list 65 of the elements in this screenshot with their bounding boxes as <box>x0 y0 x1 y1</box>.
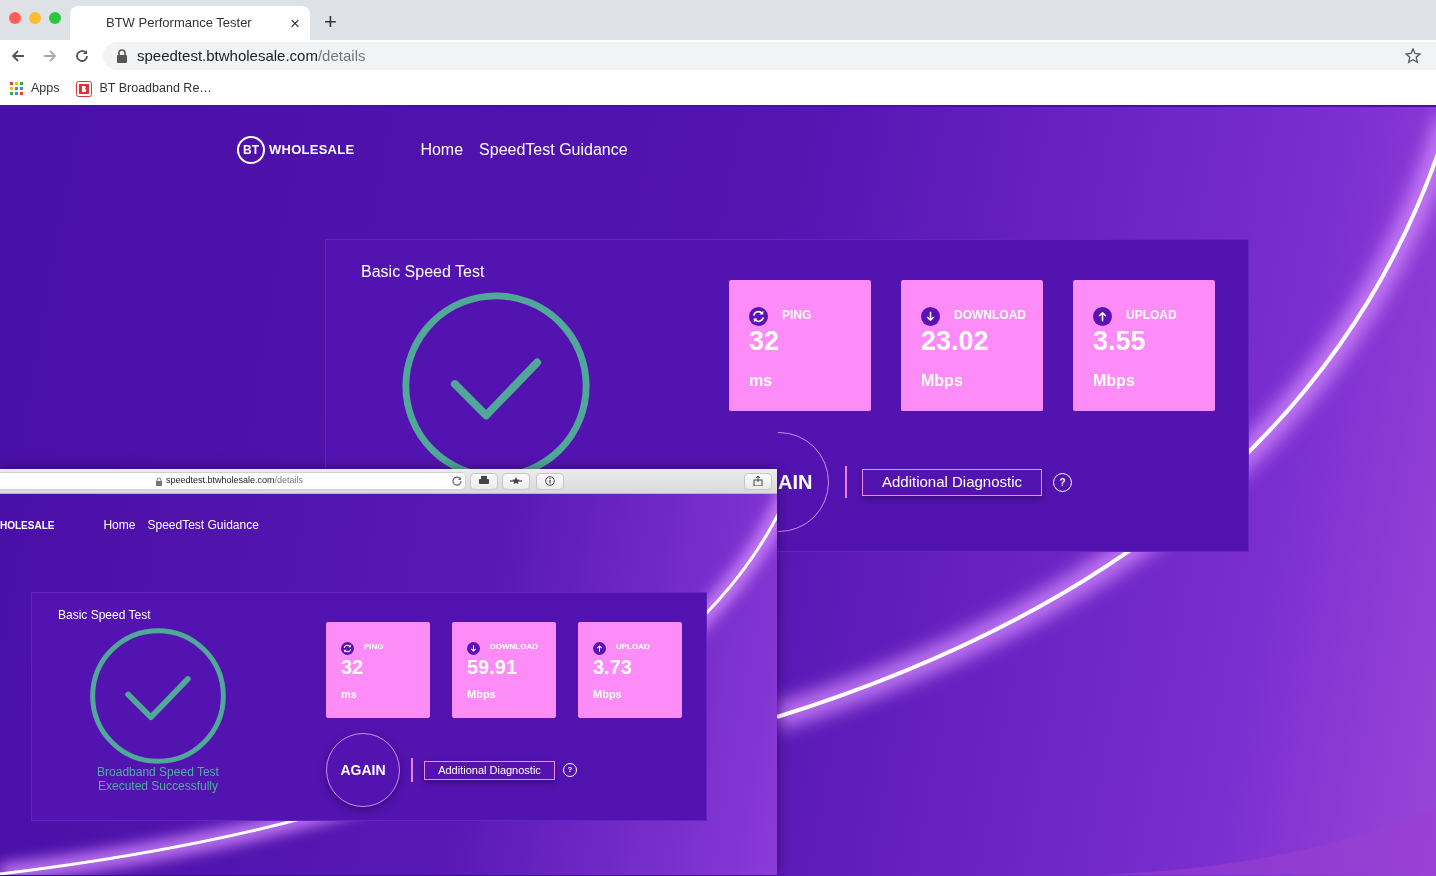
success-check-icon <box>90 628 226 764</box>
printer-icon <box>478 476 490 486</box>
metric-unit: Mbps <box>467 687 497 702</box>
back-icon[interactable] <box>10 48 26 64</box>
url-text: speedtest.btwholesale.com/details <box>137 45 366 66</box>
metric-value: 32 <box>341 657 365 677</box>
metric-label: PING <box>364 641 384 653</box>
metric-value: 3.73 <box>593 657 633 677</box>
nav-link[interactable]: SpeedTest Guidance <box>479 138 628 162</box>
metric-label: DOWNLOAD <box>954 306 1026 324</box>
lock-icon <box>154 476 163 486</box>
logo-text: WHOLESALE <box>269 141 355 160</box>
tab-title: BTW Performance Tester <box>106 14 253 33</box>
new-tab-icon[interactable]: + <box>324 11 337 33</box>
info-button[interactable] <box>536 472 564 490</box>
download-icon <box>467 642 480 655</box>
download-icon <box>921 307 940 326</box>
nav-link[interactable]: SpeedTest Guidance <box>147 516 259 534</box>
panel-title: Basic Speed Test <box>360 262 485 282</box>
metric-value: 3.55 <box>1093 328 1147 355</box>
browser-tab[interactable]: BTW Performance Tester × <box>70 6 310 40</box>
reload-icon[interactable] <box>452 476 462 486</box>
diagnostic-button[interactable]: Additional Diagnostic <box>424 760 555 780</box>
info-icon <box>544 476 556 486</box>
logo-mark: BT <box>237 136 265 164</box>
metric-unit: Mbps <box>921 371 964 391</box>
star-icon <box>510 476 522 486</box>
bookmark-link[interactable]: Apps <box>31 79 60 98</box>
metric-unit: Mbps <box>593 687 623 702</box>
upload-icon <box>593 642 606 655</box>
metric-unit: ms <box>341 687 358 702</box>
reload-icon[interactable] <box>74 48 90 64</box>
metric-unit: ms <box>749 371 774 391</box>
metric-value: 32 <box>749 328 781 355</box>
nav-link[interactable]: Home <box>103 516 136 534</box>
metric-label: UPLOAD <box>616 641 650 653</box>
metric-value: 59.91 <box>467 657 519 677</box>
bt-logo[interactable]: BT WHOLESALE <box>237 136 355 164</box>
status-text: Broadband Speed Test <box>97 764 219 781</box>
ping-icon <box>341 642 354 655</box>
bookmark-star-icon[interactable] <box>1405 48 1421 64</box>
metric-label: DOWNLOAD <box>490 641 538 653</box>
share-icon <box>752 476 764 486</box>
address-bar[interactable]: speedtest.btwholesale.com/details <box>0 472 466 490</box>
status-text: Executed Successfully <box>97 779 219 795</box>
tab-close-icon[interactable]: × <box>290 14 300 32</box>
address-bar[interactable]: speedtest.btwholesale.com/details <box>103 42 1436 70</box>
logo-text: HOLESALE <box>0 518 55 533</box>
ping-icon <box>749 307 768 326</box>
diagnostic-button[interactable]: Additional Diagnostic <box>862 468 1042 496</box>
metric-value: 23.02 <box>921 328 990 355</box>
bookmark-link[interactable]: BT Broadband Re… <box>99 79 212 98</box>
printer-button[interactable] <box>470 472 498 490</box>
site-favicon-icon <box>75 80 92 97</box>
nav-link[interactable]: Home <box>420 138 464 162</box>
metric-label: UPLOAD <box>1126 306 1177 324</box>
url-text: speedtest.btwholesale.com/details <box>165 474 304 488</box>
panel-title: Basic Speed Test <box>57 607 151 624</box>
lock-icon <box>116 49 128 63</box>
metric-label: PING <box>782 306 812 324</box>
star-button[interactable] <box>502 472 530 490</box>
upload-icon <box>1093 307 1112 326</box>
share-button[interactable] <box>744 472 772 490</box>
metric-unit: Mbps <box>1093 371 1136 391</box>
apps-grid-icon[interactable] <box>10 82 23 95</box>
